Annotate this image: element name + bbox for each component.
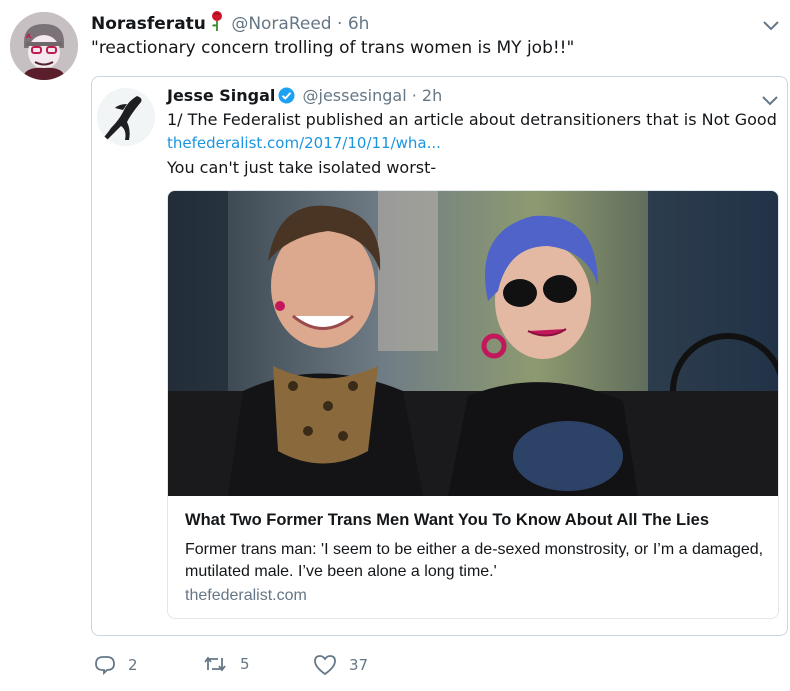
quoted-author-handle[interactable]: @jessesingal <box>303 86 407 105</box>
author-avatar[interactable] <box>10 12 78 80</box>
separator-dot: · <box>337 14 343 34</box>
author-name[interactable]: Norasferatu <box>91 14 206 34</box>
reply-count: 2 <box>128 656 138 674</box>
retweet-icon <box>204 656 226 672</box>
card-photo <box>168 191 778 496</box>
card-title: What Two Former Trans Men Want You To Kn… <box>185 511 710 529</box>
tweet-header: Norasferatu @NoraReed · 6h <box>91 11 369 36</box>
quoted-tweet[interactable]: Jesse Singal @jessesingal · 2h 1/ The Fe… <box>91 76 788 636</box>
card-domain: thefederalist.com <box>185 587 307 604</box>
heart-icon <box>314 655 336 676</box>
quoted-link[interactable]: thefederalist.com/2017/10/11/wha... <box>167 134 441 152</box>
quoted-timestamp[interactable]: 2h <box>422 86 442 105</box>
silhouette-avatar-icon <box>97 88 155 146</box>
author-handle[interactable]: @NoraReed <box>231 14 331 34</box>
quoted-author-name[interactable]: Jesse Singal <box>167 86 275 105</box>
tweet-text: "reactionary concern trolling of trans w… <box>91 38 575 58</box>
retweet-button[interactable]: 5 <box>202 654 250 674</box>
chevron-down-icon[interactable] <box>763 16 779 35</box>
quoted-header: Jesse Singal @jessesingal · 2h <box>167 86 442 108</box>
tweet-timestamp[interactable]: 6h <box>348 14 370 34</box>
rose-emoji-icon <box>210 11 224 36</box>
quoted-text-line: 1/ The Federalist published an article a… <box>167 110 777 129</box>
verified-badge-icon <box>278 87 295 108</box>
skull-avatar-icon <box>10 12 78 80</box>
quoted-chevron-down-icon[interactable] <box>762 91 778 110</box>
quoted-separator-dot: · <box>411 86 417 105</box>
retweet-count: 5 <box>240 655 250 673</box>
reply-icon <box>95 656 115 676</box>
link-preview-card[interactable]: What Two Former Trans Men Want You To Kn… <box>167 190 779 619</box>
quoted-author-avatar[interactable] <box>97 88 155 146</box>
tweet-actions: 2 5 37 <box>91 654 491 684</box>
like-count: 37 <box>349 656 369 674</box>
like-button[interactable]: 37 <box>313 654 368 676</box>
reply-button[interactable]: 2 <box>94 654 138 676</box>
quoted-text-line: You can't just take isolated worst- <box>167 158 437 177</box>
card-description: Former trans man: 'I seem to be either a… <box>185 541 764 580</box>
